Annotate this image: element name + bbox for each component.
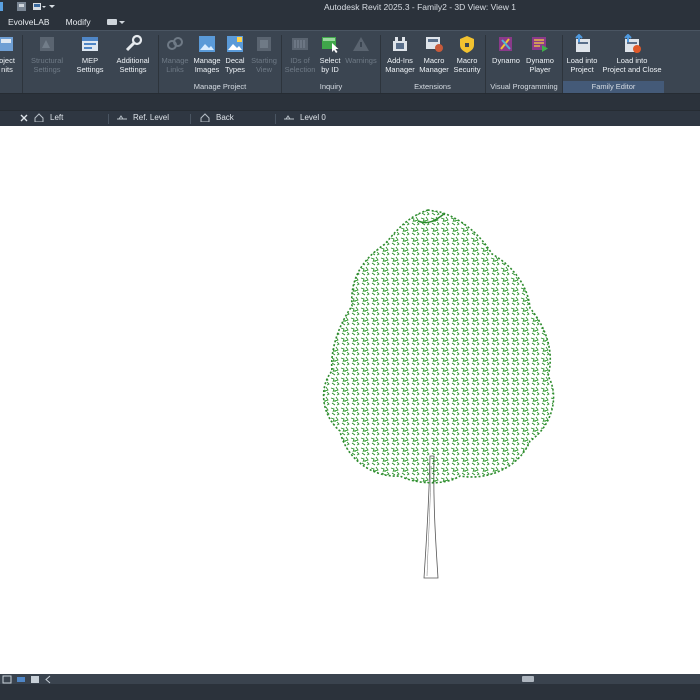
dynamo-icon <box>499 37 512 51</box>
camera-icon <box>106 19 117 25</box>
tab-modify[interactable]: Modify <box>58 14 99 30</box>
level-icon <box>117 115 127 120</box>
structural-settings-icon <box>40 37 54 51</box>
dynamo-player-button[interactable]: Dynamo Player <box>522 34 558 74</box>
view-control-bar <box>2 674 52 684</box>
level-icon <box>284 115 294 120</box>
load-into-project-and-close-button[interactable]: Load into Project and Close <box>600 34 664 74</box>
panel-family-editor: Family Editor <box>563 81 664 93</box>
decal-types-button[interactable]: Decal Types <box>222 34 248 74</box>
panel-extensions: Extensions <box>414 82 451 91</box>
macro-manager-button[interactable]: Macro Manager <box>417 34 451 74</box>
addins-manager-button[interactable]: Add-Ins Manager <box>382 34 418 74</box>
panel-manage-project: Manage Project <box>193 82 247 91</box>
manage-images-icon <box>199 36 215 52</box>
load-into-project-icon <box>575 34 590 52</box>
warnings-button[interactable]: Warnings <box>343 34 379 65</box>
manage-images-button[interactable]: Manage Images <box>192 34 222 74</box>
structural-settings-button[interactable]: Structural Settings <box>27 34 67 74</box>
select-by-id-icon <box>322 37 339 53</box>
view-tab-label: Ref. Level <box>133 113 170 122</box>
panel-inquiry: Inquiry <box>319 82 343 91</box>
warning-icon <box>353 37 369 51</box>
dynamo-player-icon <box>532 37 548 52</box>
tree-family-model <box>322 209 555 579</box>
window-title: Autodesk Revit 2025.3 - Family2 - 3D Vie… <box>324 2 516 12</box>
title-bar: Autodesk Revit 2025.3 - Family2 - 3D Vie… <box>0 0 700 14</box>
panel-visual-programming: Visual Programming <box>490 82 558 91</box>
drawing-canvas[interactable] <box>0 126 700 674</box>
load-and-close-icon <box>624 34 641 53</box>
detail-level-icon[interactable] <box>16 675 26 684</box>
chevron-left-icon[interactable] <box>44 675 52 684</box>
view-tab-label: Left <box>50 113 64 122</box>
ids-of-selection-icon <box>292 38 308 50</box>
view-tabs-bar: Left Ref. Level Back Level 0 <box>0 110 700 126</box>
view-tab-left[interactable]: Left <box>20 113 63 122</box>
scrollbar-thumb[interactable] <box>522 676 534 682</box>
starting-view-button[interactable]: Starting View <box>249 34 279 74</box>
decal-types-icon <box>227 36 243 52</box>
home-icon <box>200 113 210 122</box>
close-icon[interactable] <box>20 114 28 122</box>
additional-settings-button[interactable]: Additional Settings <box>110 34 156 74</box>
macro-security-button[interactable]: Macro Security <box>451 34 483 74</box>
horizontal-scrollbar[interactable] <box>0 674 700 684</box>
starting-view-icon <box>257 37 271 51</box>
ribbon-tabs: EvolveLAB Modify <box>0 14 700 30</box>
scale-icon[interactable] <box>2 675 12 684</box>
project-units-button[interactable]: oject nits <box>0 34 18 74</box>
macro-manager-icon <box>426 37 443 52</box>
view-tab-label: Back <box>216 113 234 122</box>
view-tab-back[interactable]: Back <box>200 113 234 122</box>
chevron-down-icon <box>118 21 125 24</box>
ribbon-panel-area: oject nits Structural Settings MEP Setti… <box>0 30 700 94</box>
mep-settings-button[interactable]: MEP Settings <box>72 34 108 74</box>
link-icon <box>167 37 183 50</box>
dynamo-button[interactable]: Dynamo <box>488 34 524 65</box>
view-tab-label: Level 0 <box>300 113 326 122</box>
select-by-id-button[interactable]: Select by ID <box>316 34 344 74</box>
ids-of-selection-button[interactable]: IDs of Selection <box>283 34 317 74</box>
tree-canopy <box>322 209 555 484</box>
options-bar <box>0 94 700 110</box>
view-tab-level0[interactable]: Level 0 <box>284 113 326 122</box>
tab-context-dropdown[interactable] <box>99 14 133 30</box>
addins-manager-icon <box>393 37 407 51</box>
view-tab-ref-level[interactable]: Ref. Level <box>117 113 169 122</box>
project-units-icon <box>0 37 13 51</box>
mep-settings-icon <box>82 37 98 51</box>
shield-icon <box>460 36 474 53</box>
home-icon <box>34 113 44 122</box>
wrench-icon <box>125 34 143 52</box>
tab-evolvelab[interactable]: EvolveLAB <box>0 14 58 30</box>
manage-links-button[interactable]: Manage Links <box>160 34 190 74</box>
visual-style-icon[interactable] <box>30 675 40 684</box>
load-into-project-button[interactable]: Load into Project <box>563 34 601 74</box>
